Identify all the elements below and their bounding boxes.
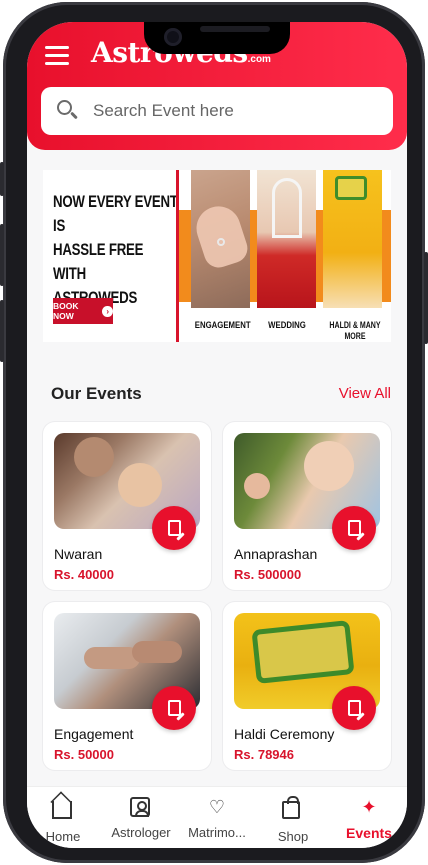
- search-input[interactable]: [93, 101, 373, 121]
- home-icon: [52, 801, 74, 823]
- event-card[interactable]: Nwaran Rs. 40000: [43, 422, 211, 590]
- nav-matrimony[interactable]: ♡ Matrimo...: [179, 797, 255, 840]
- arrow-right-icon: ›: [102, 305, 113, 317]
- phone-frame: Astroweds.com NOW EVERY EVENT IS HASSLE …: [0, 2, 428, 863]
- event-name: Haldi Ceremony: [234, 726, 335, 742]
- nav-label: Astrologer: [111, 825, 171, 840]
- event-price: Rs. 78946: [234, 747, 294, 762]
- party-popper-icon: ✦: [361, 797, 377, 818]
- edit-document-icon: [167, 520, 181, 536]
- wedding-photo: [257, 170, 316, 308]
- book-event-button[interactable]: [332, 686, 376, 730]
- nav-label: Matrimo...: [188, 825, 246, 840]
- book-now-button[interactable]: BOOK NOW ›: [53, 298, 113, 324]
- profile-icon: [130, 797, 152, 819]
- event-card[interactable]: Annaprashan Rs. 500000: [223, 422, 391, 590]
- banner-caption: HALDI & MANY MORE: [329, 320, 381, 342]
- shopping-bag-icon: [282, 796, 304, 823]
- edit-document-icon: [347, 700, 361, 716]
- search-bar[interactable]: [41, 87, 393, 135]
- nav-home[interactable]: Home: [27, 797, 101, 844]
- promo-banner[interactable]: NOW EVERY EVENT IS HASSLE FREE WITH ASTR…: [43, 170, 391, 342]
- nav-shop[interactable]: Shop: [255, 796, 331, 844]
- haldi-photo: [323, 170, 382, 308]
- menu-icon[interactable]: [45, 46, 69, 66]
- view-all-link[interactable]: View All: [339, 385, 391, 402]
- heart-hand-icon: ♡: [208, 797, 226, 818]
- mute-switch: [0, 162, 4, 196]
- banner-caption: WEDDING: [268, 320, 306, 331]
- nav-astrologer[interactable]: Astrologer: [103, 797, 179, 840]
- book-event-button[interactable]: [332, 506, 376, 550]
- nav-label: Home: [45, 829, 81, 844]
- nav-events[interactable]: ✦ Events: [331, 797, 407, 841]
- book-event-button[interactable]: [152, 686, 196, 730]
- notch: [144, 22, 290, 54]
- app-screen: Astroweds.com NOW EVERY EVENT IS HASSLE …: [27, 22, 407, 848]
- section-title: Our Events: [51, 384, 142, 403]
- engagement-photo: [190, 170, 252, 308]
- banner-divider: [176, 170, 179, 342]
- earpiece: [200, 26, 270, 32]
- search-icon: [57, 100, 79, 122]
- banner-text-panel: NOW EVERY EVENT IS HASSLE FREE WITH ASTR…: [43, 170, 179, 342]
- edit-document-icon: [167, 700, 181, 716]
- volume-up-button: [0, 224, 4, 286]
- event-name: Nwaran: [54, 546, 103, 562]
- banner-caption: ENGAGEMENT: [194, 320, 251, 331]
- event-name: Engagement: [54, 726, 134, 742]
- event-card[interactable]: Haldi Ceremony Rs. 78946: [223, 602, 391, 770]
- event-card[interactable]: Engagement Rs. 50000: [43, 602, 211, 770]
- event-price: Rs. 500000: [234, 567, 302, 582]
- power-button: [424, 252, 428, 344]
- bottom-nav: Home Astrologer ♡ Matrimo... Shop ✦ Even…: [27, 786, 407, 848]
- event-name: Annaprashan: [234, 546, 318, 562]
- volume-down-button: [0, 300, 4, 362]
- nav-label: Shop: [277, 829, 309, 844]
- edit-document-icon: [347, 520, 361, 536]
- banner-headline: NOW EVERY EVENT IS HASSLE FREE WITH ASTR…: [53, 192, 178, 307]
- front-camera: [164, 28, 182, 46]
- event-price: Rs. 50000: [54, 747, 114, 762]
- event-price: Rs. 40000: [54, 567, 114, 582]
- book-event-button[interactable]: [152, 506, 196, 550]
- nav-label: Events: [346, 825, 392, 841]
